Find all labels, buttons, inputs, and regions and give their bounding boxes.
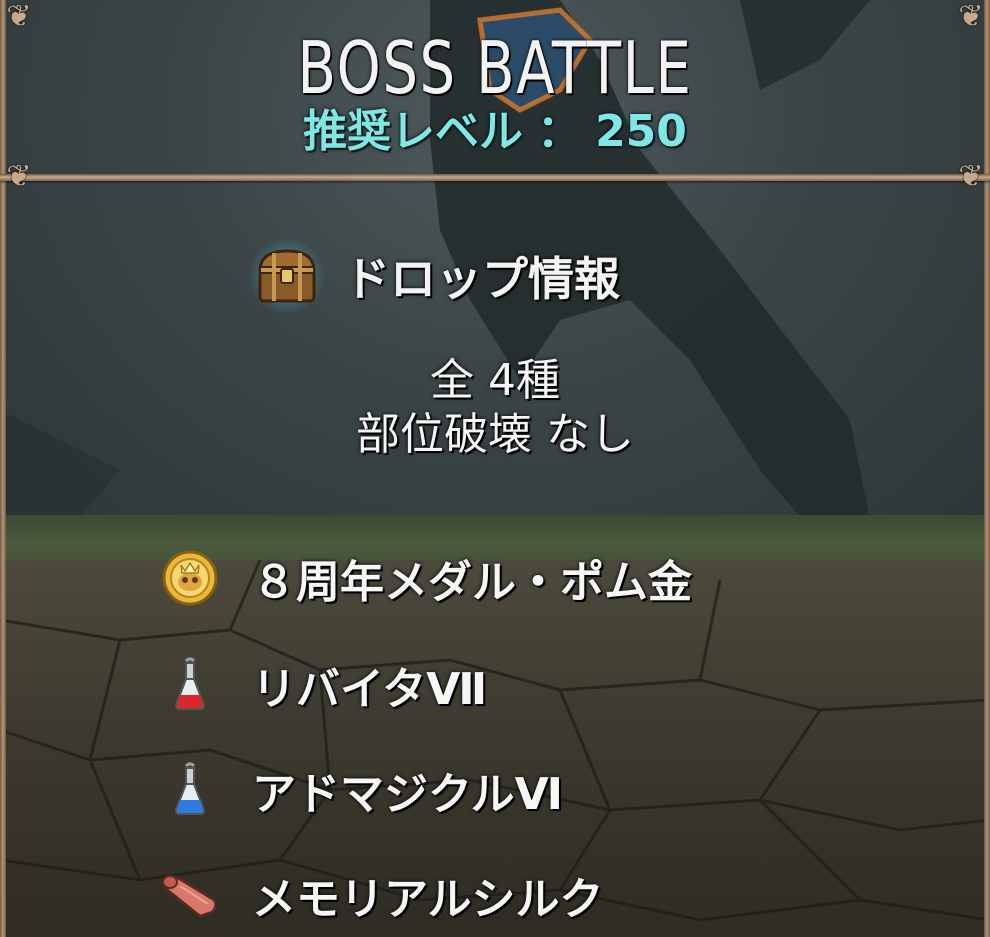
part-break-info: 部位破壊 なし (356, 409, 634, 460)
red-potion-icon (158, 653, 222, 717)
frame-ornament-top-right: ❦ (958, 0, 984, 34)
drop-item-medal: ８周年メダル・ポム金 (158, 543, 692, 613)
drop-summary: 全 4種 部位破壊 なし (0, 354, 990, 462)
drop-item-admagicle: アドマジクルⅥ (158, 755, 563, 825)
frame-ornament-top-left: ❦ (6, 0, 32, 34)
boss-battle-title: BOSS BATTLE (297, 26, 693, 110)
drop-item-revita: リバイタⅦ (158, 650, 487, 720)
frame-ornament-mid-left: ❦ (6, 159, 32, 194)
drop-item-silk: メモリアルシルク (158, 860, 604, 930)
treasure-chest-icon (248, 239, 326, 313)
drop-count: 全 4種 (430, 355, 560, 406)
level-value: 250 (595, 106, 687, 157)
drop-item-label: アドマジクルⅥ (252, 769, 564, 820)
silk-cloth-icon (158, 863, 222, 927)
boss-info-screen: ❦ ❦ ❦ ❦ BOSS BATTLE 推奨レベル ： 250 ドロップ情報 全 4… (0, 0, 990, 937)
drop-item-label: リバイタⅦ (252, 664, 488, 715)
recommended-level: 推奨レベル ： 250 (0, 104, 990, 160)
drop-info-header: ドロップ情報 (248, 236, 620, 316)
drop-item-label: ８周年メダル・ポム金 (252, 557, 692, 608)
drop-info-title: ドロップ情報 (344, 252, 620, 306)
level-separator: ： (537, 106, 582, 157)
blue-potion-icon (158, 758, 222, 822)
gold-medal-icon (158, 546, 222, 610)
level-label: 推奨レベル (303, 106, 524, 157)
frame-ornament-mid-right: ❦ (958, 159, 984, 194)
frame-divider (0, 174, 990, 181)
drop-item-label: メモリアルシルク (252, 874, 604, 925)
